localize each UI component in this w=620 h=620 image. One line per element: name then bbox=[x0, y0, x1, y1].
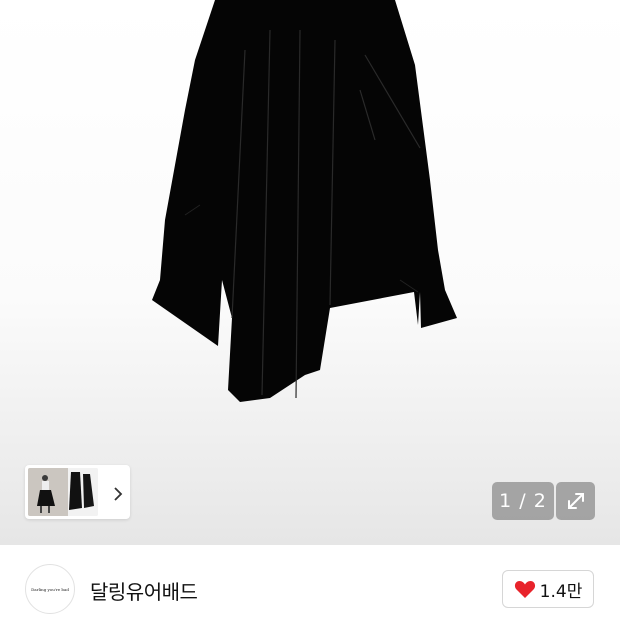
like-button[interactable]: 1.4만 bbox=[502, 570, 594, 608]
heart-icon bbox=[514, 581, 535, 598]
brand-name[interactable]: 달링유어배드 bbox=[90, 576, 198, 605]
brand-logo[interactable]: Darling you're bad bbox=[25, 564, 75, 614]
brand-logo-text: Darling you're bad bbox=[31, 587, 69, 592]
thumbnail-image[interactable] bbox=[28, 468, 98, 516]
like-count: 1.4만 bbox=[539, 581, 583, 602]
expand-icon[interactable] bbox=[556, 482, 595, 520]
product-image bbox=[152, 0, 457, 402]
chevron-right-icon[interactable] bbox=[108, 484, 128, 504]
image-counter: 1 / 2 bbox=[492, 482, 554, 520]
product-image-gallery[interactable]: 1 / 2 bbox=[0, 0, 620, 545]
